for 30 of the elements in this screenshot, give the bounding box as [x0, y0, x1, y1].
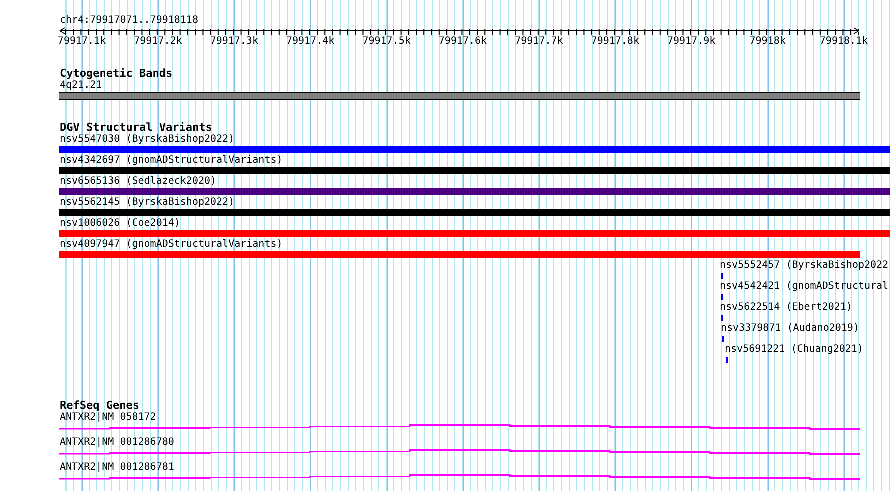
band-label: 4q21.21: [60, 80, 102, 92]
gene-label: ANTXR2|NM_058172: [60, 412, 156, 424]
variant-label: nsv5547030 (ByrskaBishop2022): [60, 134, 235, 146]
tick-label: 79917.4k: [286, 36, 335, 47]
track-title: DGV Structural Variants: [60, 122, 212, 134]
tick-label: 79918k: [750, 36, 786, 47]
tick-label: 79917.6k: [438, 36, 488, 47]
variant-label: nsv6565136 (Sedlazeck2020): [60, 176, 217, 188]
locus-label: chr4:79917071..79918118: [60, 15, 198, 27]
gene-label: ANTXR2|NM_001286780: [60, 437, 174, 449]
gene-label: ANTXR2|NM_001286781: [60, 462, 174, 474]
tick-label: 79917.8k: [591, 36, 640, 47]
tick-label: 79917.5k: [362, 36, 411, 47]
variant-label: nsv5691221 (Chuang2021): [725, 344, 864, 356]
tick-label: 79917.7k: [515, 36, 564, 47]
tick-label: 79917.2k: [134, 36, 182, 47]
variant-label: nsv4542421 (gnomADStructural': [720, 281, 890, 293]
variant-label: nsv5622514 (Ebert2021): [720, 302, 852, 314]
variant-label: nsv4097947 (gnomADStructuralVariants): [60, 239, 283, 251]
tick-label: 79917.3k: [210, 36, 258, 47]
variant-label: nsv1006026 (Coe2014): [60, 218, 180, 230]
tick-label: 79918.1k: [820, 36, 868, 47]
track-title: RefSeq Genes: [60, 400, 140, 412]
variant-label: nsv5552457 (ByrskaBishop2022: [720, 260, 889, 272]
tick-label: 79917.1k: [58, 36, 106, 47]
variant-label: nsv3379871 (Audano2019): [721, 323, 860, 335]
variant-label: nsv5562145 (ByrskaBishop2022): [60, 197, 235, 209]
track-title: Cytogenetic Bands: [60, 68, 173, 80]
variant-label: nsv4342697 (gnomADStructuralVariants): [60, 155, 283, 167]
tick-label: 79917.9k: [668, 36, 716, 47]
